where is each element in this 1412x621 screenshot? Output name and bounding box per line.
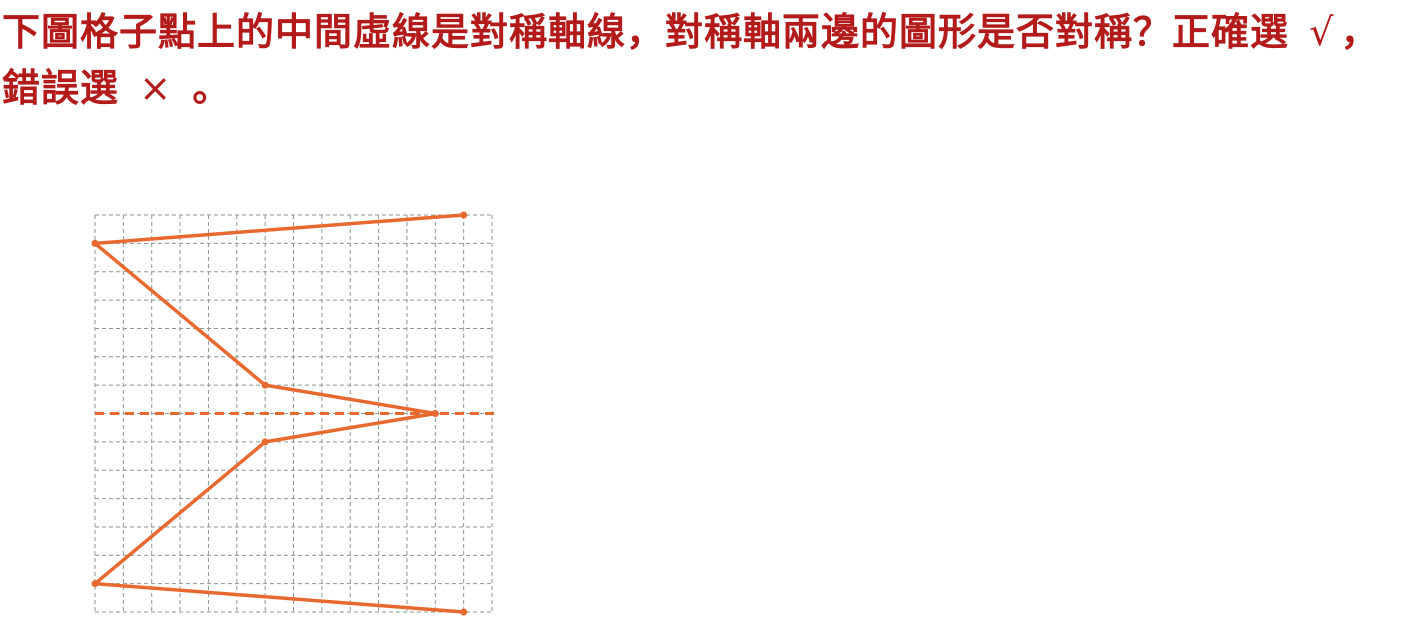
question-line-2-end: 。	[192, 66, 232, 110]
vertex-dot	[261, 438, 269, 446]
symmetry-figure	[80, 200, 510, 617]
question-line-2-start: 稱？正確選	[1094, 10, 1290, 54]
check-mark-icon: √	[1309, 10, 1335, 54]
question-line-1: 下圖格子點上的中間虛線是對稱軸線，對稱軸兩邊的圖形是否對	[2, 10, 1095, 54]
vertex-dot	[460, 211, 468, 219]
grid-diagram	[91, 211, 495, 616]
vertex-dot	[460, 608, 468, 616]
vertex-dot	[261, 381, 269, 389]
vertex-dot	[91, 580, 99, 588]
cross-mark-icon: ×	[139, 66, 173, 110]
vertex-dot	[91, 239, 99, 247]
vertex-dot	[431, 410, 439, 418]
question-text: 下圖格子點上的中間虛線是對稱軸線，對稱軸兩邊的圖形是否對稱？正確選 √ ，錯誤選 …	[2, 4, 1410, 116]
